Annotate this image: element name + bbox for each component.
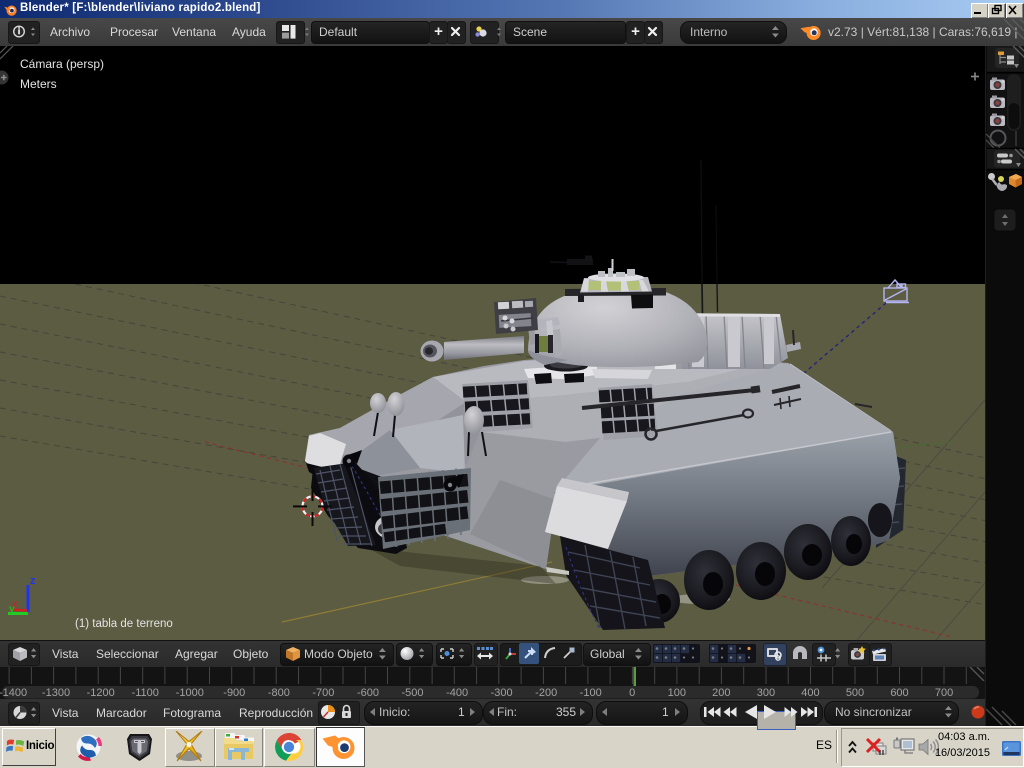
svg-text:-1100: -1100 bbox=[132, 687, 159, 699]
svg-text:-1400: -1400 bbox=[0, 687, 27, 699]
svg-text:100: 100 bbox=[668, 687, 686, 699]
svg-text:-200: -200 bbox=[535, 687, 557, 699]
svg-text:500: 500 bbox=[846, 687, 864, 699]
svg-text:-1000: -1000 bbox=[176, 687, 204, 699]
svg-text:600: 600 bbox=[890, 687, 908, 699]
svg-text:-100: -100 bbox=[580, 687, 602, 699]
svg-text:-1300: -1300 bbox=[42, 687, 70, 699]
svg-text:700: 700 bbox=[935, 687, 953, 699]
svg-text:-900: -900 bbox=[223, 687, 245, 699]
svg-text:300: 300 bbox=[757, 687, 775, 699]
svg-text:-300: -300 bbox=[491, 687, 513, 699]
svg-text:-1200: -1200 bbox=[87, 687, 115, 699]
svg-text:y: y bbox=[9, 604, 15, 615]
svg-text:-400: -400 bbox=[446, 687, 468, 699]
svg-text:200: 200 bbox=[712, 687, 730, 699]
svg-text:z: z bbox=[30, 575, 36, 587]
svg-text:-700: -700 bbox=[312, 687, 334, 699]
svg-text:-500: -500 bbox=[401, 687, 423, 699]
svg-text:0: 0 bbox=[629, 687, 635, 699]
svg-text:-600: -600 bbox=[357, 687, 379, 699]
svg-text:400: 400 bbox=[801, 687, 819, 699]
svg-text:-800: -800 bbox=[268, 687, 290, 699]
